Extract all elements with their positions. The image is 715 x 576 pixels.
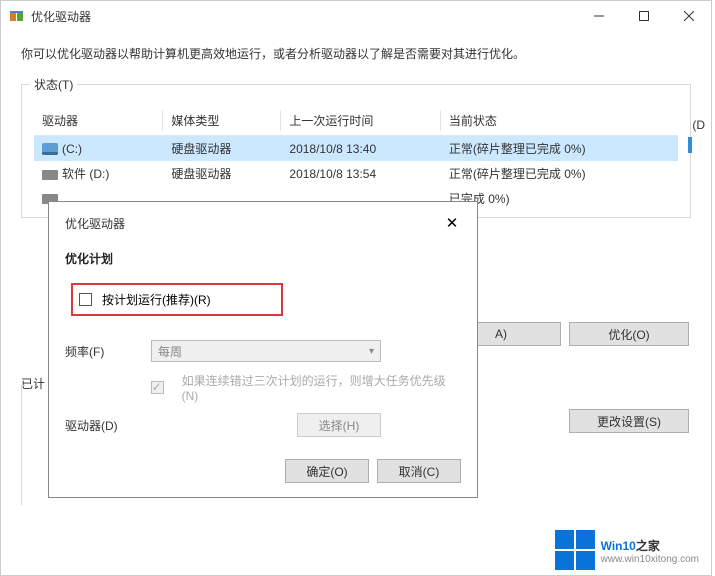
change-settings-area: 更改设置(S)	[569, 409, 689, 433]
minimize-button[interactable]	[576, 1, 621, 31]
dialog-header: 优化驱动器 ✕	[65, 214, 461, 232]
dialog-close-icon[interactable]: ✕	[443, 214, 461, 232]
col-media[interactable]: 媒体类型	[163, 106, 281, 136]
window-body: 你可以优化驱动器以帮助计算机更高效地运行，或者分析驱动器以了解是否需要对其进行优…	[1, 31, 711, 228]
drive-media: 硬盘驱动器	[163, 136, 281, 162]
selection-indicator	[688, 137, 692, 153]
run-on-schedule-checkbox[interactable]	[79, 293, 92, 306]
drive-icon	[42, 143, 58, 155]
drive-table: 驱动器 媒体类型 上一次运行时间 当前状态 (C:) 硬盘驱动器 2018/10…	[34, 106, 678, 211]
priority-row: 如果连续错过三次计划的运行，则增大任务优先级(N)	[65, 372, 461, 403]
chevron-down-icon: ▾	[369, 346, 374, 357]
harddisk-icon	[42, 170, 58, 180]
drive-name: 软件 (D:)	[62, 167, 109, 181]
frequency-value: 每周	[158, 343, 182, 360]
windows-logo-icon	[555, 530, 595, 570]
frequency-combobox[interactable]: 每周 ▾	[151, 340, 381, 362]
dialog-section-title: 优化计划	[65, 250, 461, 267]
table-row[interactable]: 软件 (D:) 硬盘驱动器 2018/10/8 13:54 正常(碎片整理已完成…	[34, 161, 678, 186]
drive-status: 正常(碎片整理已完成 0%)	[441, 161, 678, 186]
drive-media: 硬盘驱动器	[163, 161, 281, 186]
schedule-panel-border	[21, 385, 25, 505]
dialog-footer: 确定(O) 取消(C)	[65, 459, 461, 483]
frequency-label: 频率(F)	[65, 343, 151, 360]
dialog-title: 优化驱动器	[65, 215, 443, 232]
cancel-button[interactable]: 取消(C)	[377, 459, 461, 483]
main-action-buttons: A) 优化(O)	[441, 322, 689, 346]
logo-url: www.win10xitong.com	[601, 554, 699, 565]
watermark-logo: Win10之家 www.win10xitong.com	[555, 530, 699, 570]
run-on-schedule-label: 按计划运行(推荐)(R)	[102, 291, 211, 308]
maximize-button[interactable]	[621, 1, 666, 31]
table-header-row: 驱动器 媒体类型 上一次运行时间 当前状态	[34, 106, 678, 136]
change-settings-button[interactable]: 更改设置(S)	[569, 409, 689, 433]
drive-select-row: 驱动器(D) 选择(H)	[65, 413, 461, 437]
drive-lastrun: 2018/10/8 13:54	[281, 161, 441, 186]
col-drive[interactable]: 驱动器	[34, 106, 163, 136]
status-panel-label: 状态(T)	[30, 76, 77, 93]
frequency-row: 频率(F) 每周 ▾	[65, 340, 461, 362]
titlebar: 优化驱动器	[1, 1, 711, 31]
window-title: 优化驱动器	[31, 8, 576, 25]
side-fragment: (D	[688, 116, 709, 153]
side-label: (D	[688, 116, 709, 134]
priority-checkbox[interactable]	[151, 381, 164, 394]
ok-button[interactable]: 确定(O)	[285, 459, 369, 483]
close-button[interactable]	[666, 1, 711, 31]
description-text: 你可以优化驱动器以帮助计算机更高效地运行，或者分析驱动器以了解是否需要对其进行优…	[21, 45, 691, 62]
optimize-dialog: 优化驱动器 ✕ 优化计划 按计划运行(推荐)(R) 频率(F) 每周 ▾ 如果连…	[48, 201, 478, 498]
col-lastrun[interactable]: 上一次运行时间	[281, 106, 441, 136]
logo-brand: Win10之家	[601, 535, 699, 555]
drive-status: 正常(碎片整理已完成 0%)	[441, 136, 678, 162]
priority-label: 如果连续错过三次计划的运行，则增大任务优先级(N)	[182, 372, 461, 403]
drive-name: (C:)	[62, 142, 82, 156]
drive-lastrun: 2018/10/8 13:40	[281, 136, 441, 162]
optimize-button[interactable]: 优化(O)	[569, 322, 689, 346]
run-on-schedule-highlight: 按计划运行(推荐)(R)	[71, 283, 283, 316]
window-controls	[576, 1, 711, 31]
col-status[interactable]: 当前状态	[441, 106, 678, 136]
drive-select-label: 驱动器(D)	[65, 417, 151, 434]
table-row[interactable]: (C:) 硬盘驱动器 2018/10/8 13:40 正常(碎片整理已完成 0%…	[34, 136, 678, 162]
choose-drives-button[interactable]: 选择(H)	[297, 413, 381, 437]
status-panel: 状态(T) 驱动器 媒体类型 上一次运行时间 当前状态 (C:) 硬盘驱动器 2…	[21, 84, 691, 218]
app-icon	[9, 8, 25, 24]
